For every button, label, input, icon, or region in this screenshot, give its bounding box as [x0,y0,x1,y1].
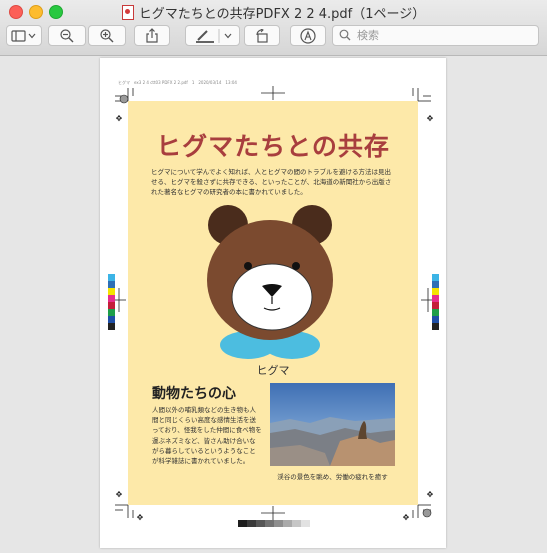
grey-swatch [256,520,265,527]
section-body: 人間以外の哺乳類などの生き物も人間と同じくらい高度な感情生活を送っており、怪我を… [152,406,262,466]
bear-eye-left [244,262,252,270]
color-swatch [432,309,439,316]
svg-text:✥: ✥ [116,490,123,499]
grey-swatch [274,520,283,527]
bear-eye-right [292,262,300,270]
grey-swatch [238,520,247,527]
color-swatch [432,323,439,330]
color-swatch [432,281,439,288]
svg-text:✥: ✥ [116,114,123,123]
color-swatch [108,295,115,302]
intro-paragraph: ヒグマについて学んでよく知れば、人とヒグマの間のトラブルを避ける方法は見出せる、… [151,168,392,196]
bear-illustration [207,205,333,359]
bear-caption: ヒグマ [256,364,290,377]
color-swatch [432,274,439,281]
color-swatch [432,302,439,309]
grey-swatch [301,520,310,527]
grey-swatch [283,520,292,527]
color-swatch [108,281,115,288]
color-swatch [108,288,115,295]
grey-swatch [265,520,274,527]
color-swatch [108,323,115,330]
grey-swatch [292,520,301,527]
svg-text:✥: ✥ [427,114,434,123]
section-title: 動物たちの心 [152,386,236,402]
color-swatch [108,316,115,323]
svg-text:✥: ✥ [137,513,144,522]
grey-swatch [247,520,256,527]
poster-heading: ヒグマたちとの共存 [156,132,390,161]
color-swatch [432,316,439,323]
color-swatch [108,309,115,316]
color-swatch [108,302,115,309]
canyon-photo [270,383,395,466]
photo-caption: 渓谷の景色を眺め、労働の疲れを癒す [277,473,388,481]
color-swatch [108,274,115,281]
color-swatch [432,288,439,295]
color-swatch [432,295,439,302]
svg-text:✥: ✥ [403,513,410,522]
svg-text:✥: ✥ [427,490,434,499]
